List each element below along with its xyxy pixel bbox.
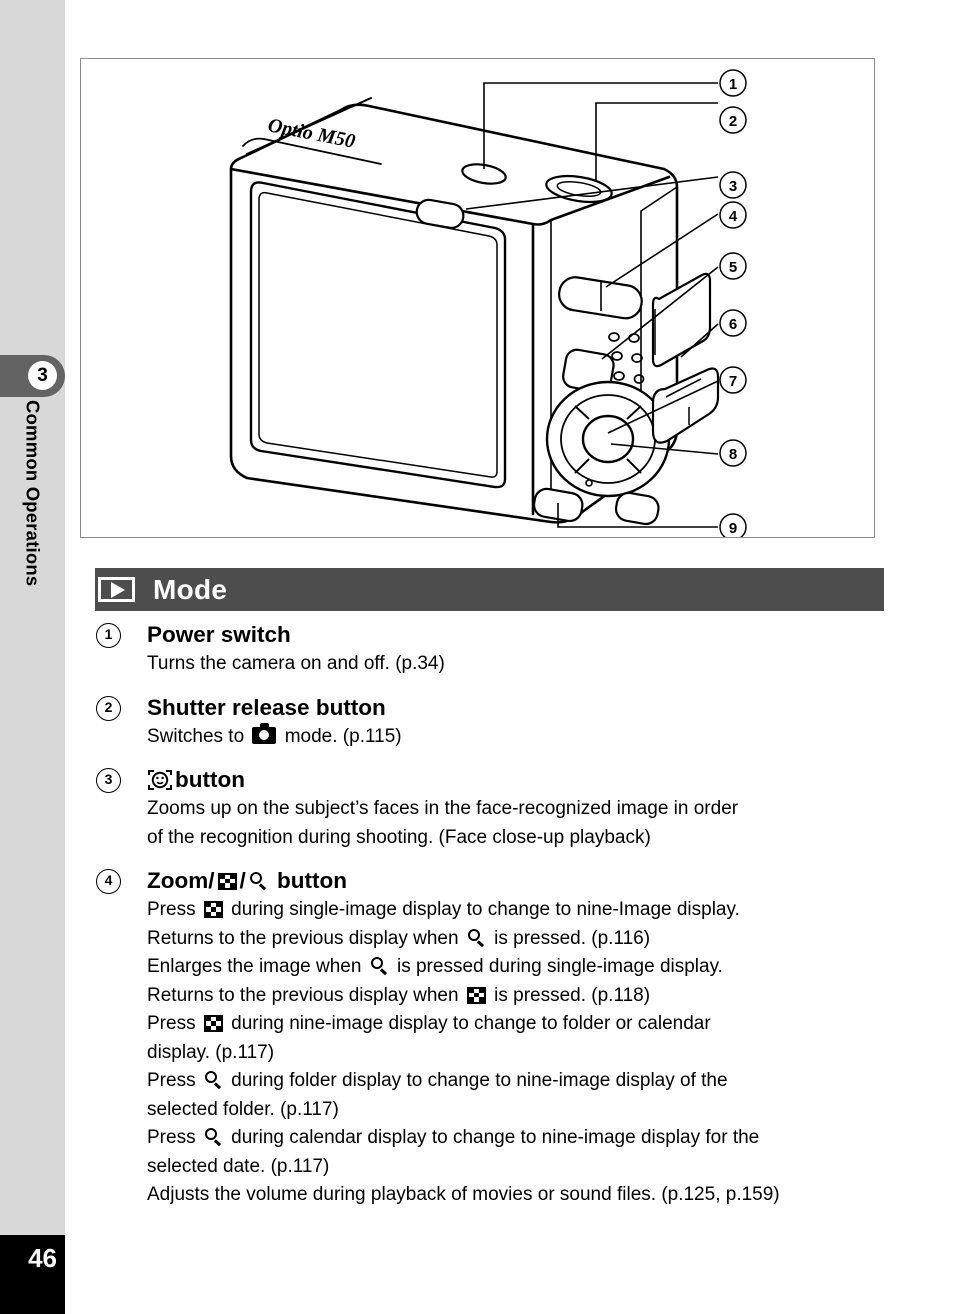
page-number: 46 xyxy=(28,1243,57,1273)
item-body-line: Press during single-image display to cha… xyxy=(147,896,885,925)
item-title-separator: / xyxy=(239,868,246,893)
svg-text:5: 5 xyxy=(729,259,737,276)
callout-markers: 1 2 3 4 5 6 7 8 9 xyxy=(719,69,747,537)
list-item: 2 Shutter release button Switches to mod… xyxy=(95,693,885,752)
section-title: Mode xyxy=(153,573,228,605)
item-body: Zooms up on the subject’s faces in the f… xyxy=(147,795,885,852)
svg-text:8: 8 xyxy=(729,446,737,463)
body-text-post: during folder display to change to nine-… xyxy=(231,1070,728,1091)
item-title: Shutter release button xyxy=(147,693,885,723)
body-text-pre: Press xyxy=(147,1127,196,1148)
body-text-pre: Press xyxy=(147,1070,196,1091)
item-body-line: Press during nine-image display to chang… xyxy=(147,1010,885,1039)
camera-rear-view-drawing: Optio M50 1 2 3 4 5 6 7 8 9 xyxy=(229,69,747,537)
capture-mode-camera-icon xyxy=(252,722,277,744)
callout-number: 1 xyxy=(96,623,121,648)
page-number-block: 46 xyxy=(0,1235,65,1314)
item-title: Power switch xyxy=(147,620,885,650)
item-body-line: selected date. (p.117) xyxy=(147,1155,330,1177)
chapter-label: Common Operations xyxy=(0,400,65,730)
item-body-line: Adjusts the volume during playback of mo… xyxy=(147,1184,780,1205)
item-title-suffix: button xyxy=(277,868,347,893)
svg-text:9: 9 xyxy=(729,520,737,537)
body-text-post: mode. (p.115) xyxy=(284,725,402,747)
item-body: Press during single-image display to cha… xyxy=(147,896,885,1210)
item-body: Turns the camera on and off. (p.34) xyxy=(147,650,885,679)
nine-image-display-icon xyxy=(203,1015,223,1032)
body-text-pre: Press xyxy=(147,1013,196,1034)
callout-number: 4 xyxy=(96,869,121,894)
svg-text:3: 3 xyxy=(729,178,737,195)
list-item: 1 Power switch Turns the camera on and o… xyxy=(95,620,885,679)
svg-text:7: 7 xyxy=(729,373,737,390)
item-body-line: of the recognition during shooting. (Fac… xyxy=(147,826,651,848)
face-detection-icon xyxy=(147,769,173,791)
svg-text:1: 1 xyxy=(729,76,737,93)
item-title-text: Power switch xyxy=(147,622,291,647)
item-body-line: Returns to the previous display when is … xyxy=(147,925,885,954)
item-body-line: Switches to mode. (p.115) xyxy=(147,722,885,752)
body-text-post: during calendar display to change to nin… xyxy=(231,1127,760,1148)
body-text-pre: Switches to xyxy=(147,725,245,747)
playback-mode-icon xyxy=(98,577,135,602)
camera-model-label: Optio M50 xyxy=(266,114,357,152)
nine-image-display-icon xyxy=(203,901,223,918)
item-body-line: Press during calendar display to change … xyxy=(147,1124,885,1153)
body-text-pre: Enlarges the image when xyxy=(147,956,362,977)
chapter-tab: 3 xyxy=(0,355,65,397)
body-text-post: is pressed during single-image display. xyxy=(396,956,723,977)
list-item: 4 Zoom/ / button Press during single-ima… xyxy=(95,866,885,1210)
item-body-line: Press during folder display to change to… xyxy=(147,1067,885,1096)
magnify-icon xyxy=(249,871,268,891)
callout-number: 2 xyxy=(96,695,121,721)
body-text-post: is pressed. (p.116) xyxy=(494,927,651,949)
svg-text:2: 2 xyxy=(729,113,737,130)
item-title-text: button xyxy=(175,767,245,792)
body-text-pre: Press xyxy=(147,899,196,920)
body-text-post: is pressed. (p.118) xyxy=(494,984,651,1006)
nine-image-display-icon xyxy=(466,986,486,1004)
item-body: Switches to mode. (p.115) xyxy=(147,722,885,752)
body-text-post: during nine-image display to change to f… xyxy=(231,1013,711,1034)
item-body-line: Turns the camera on and off. (p.34) xyxy=(147,653,445,674)
magnify-icon xyxy=(204,1128,223,1147)
section-heading-bar: Mode xyxy=(95,568,884,611)
magnify-icon xyxy=(370,957,389,976)
callout-number: 3 xyxy=(96,768,121,793)
item-title-prefix: Zoom/ xyxy=(147,868,215,893)
item-body-line: Enlarges the image when is pressed durin… xyxy=(147,953,885,982)
magnify-icon xyxy=(204,1071,223,1090)
body-text-pre: Returns to the previous display when xyxy=(147,927,459,949)
button-description-list: 1 Power switch Turns the camera on and o… xyxy=(95,620,885,1224)
chapter-label-text: Common Operations xyxy=(22,400,44,587)
chapter-rail: 3 Common Operations xyxy=(0,0,65,1245)
item-body-line: Returns to the previous display when is … xyxy=(147,982,885,1011)
item-body-line: selected folder. (p.117) xyxy=(147,1098,339,1120)
body-text-pre: Returns to the previous display when xyxy=(147,984,459,1006)
chapter-number: 3 xyxy=(28,361,57,390)
svg-text:4: 4 xyxy=(729,208,738,225)
item-title: Zoom/ / button xyxy=(147,866,885,896)
list-item: 3 button Zooms up on the subject’s faces… xyxy=(95,765,885,852)
item-body-line: display. (p.117) xyxy=(147,1041,275,1063)
nine-image-display-icon xyxy=(217,872,237,890)
body-text-post: during single-image display to change to… xyxy=(231,899,740,920)
item-title-text: Shutter release button xyxy=(147,694,386,720)
item-body-line: Zooms up on the subject’s faces in the f… xyxy=(147,798,739,819)
camera-illustration-figure: Optio M50 1 2 3 4 5 6 7 8 9 xyxy=(80,58,875,538)
svg-text:6: 6 xyxy=(729,316,737,333)
magnify-icon xyxy=(467,928,486,948)
item-title: button xyxy=(147,765,885,795)
